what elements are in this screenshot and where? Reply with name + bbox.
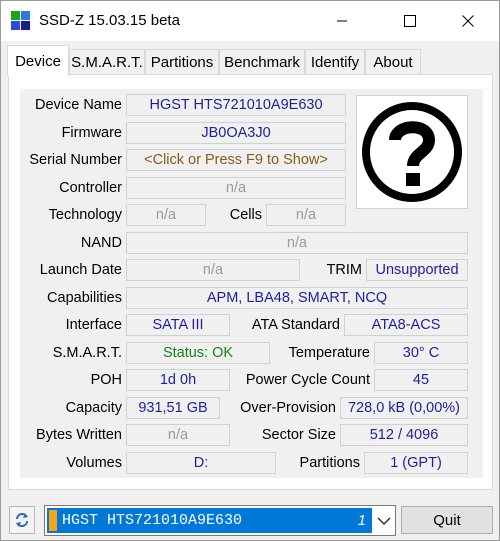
controller-value: n/a <box>126 177 346 199</box>
tab-benchmark[interactable]: Benchmark <box>219 49 305 75</box>
firmware-label: Firmware <box>61 125 122 141</box>
volumes-value: D: <box>126 452 276 474</box>
nand-value: n/a <box>126 232 468 254</box>
poh-value: 1d 0h <box>126 369 230 391</box>
trim-value: Unsupported <box>366 259 468 281</box>
serial-number-value[interactable]: <Click or Press F9 to Show> <box>126 149 346 171</box>
sector-size-label: Sector Size <box>261 427 336 443</box>
over-provision-label: Over-Provision <box>240 400 336 416</box>
volumes-label: Volumes <box>66 455 122 471</box>
ssd-z-app-icon <box>11 11 31 31</box>
drive-select-index: 1 <box>357 512 366 529</box>
device-panel: Device Name HGST HTS721010A9E630 Firmwar… <box>8 74 493 490</box>
minimize-icon <box>337 20 347 22</box>
poh-label: POH <box>90 372 122 388</box>
cells-value: n/a <box>266 204 346 226</box>
close-icon <box>462 15 474 27</box>
app-window: SSD-Z 15.03.15 beta Device S.M.A.R.T. Pa… <box>0 0 500 541</box>
trim-label: TRIM <box>326 262 362 278</box>
drive-select-value: HGST HTS721010A9E630 <box>62 512 243 529</box>
serial-number-label: Serial Number <box>29 152 122 168</box>
ata-standard-label: ATA Standard <box>251 317 340 333</box>
launch-date-value: n/a <box>126 259 300 281</box>
partitions-value: 1 (GPT) <box>364 452 468 474</box>
close-button[interactable] <box>445 1 491 41</box>
tab-about[interactable]: About <box>365 49 421 75</box>
smart-status-value: Status: OK <box>126 342 270 364</box>
tab-identify[interactable]: Identify <box>305 49 365 75</box>
temperature-value: 30° C <box>374 342 468 364</box>
maximize-button[interactable] <box>387 1 433 41</box>
sector-size-value: 512 / 4096 <box>340 424 468 446</box>
firmware-value: JB0OA3J0 <box>126 122 346 144</box>
capabilities-value: APM, LBA48, SMART, NCQ <box>126 287 468 309</box>
capacity-label: Capacity <box>65 400 122 416</box>
window-title: SSD-Z 15.03.15 beta <box>39 12 180 29</box>
minimize-button[interactable] <box>319 1 365 41</box>
device-name-label: Device Name <box>34 97 122 113</box>
technology-label: Technology <box>48 207 122 223</box>
ata-standard-value: ATA8-ACS <box>344 314 468 336</box>
refresh-button[interactable] <box>9 506 35 534</box>
power-cycle-count-value: 45 <box>374 369 468 391</box>
interface-label: Interface <box>65 317 122 333</box>
maximize-icon <box>404 15 416 27</box>
refresh-icon <box>16 513 28 527</box>
nand-label: NAND <box>80 235 122 251</box>
device-info-group: Device Name HGST HTS721010A9E630 Firmwar… <box>20 89 483 478</box>
chevron-down-icon[interactable] <box>375 512 393 530</box>
temperature-label: Temperature <box>288 345 370 361</box>
cells-label: Cells <box>229 207 262 223</box>
interface-value: SATA III <box>126 314 230 336</box>
partitions-label: Partitions <box>299 455 360 471</box>
bytes-written-label: Bytes Written <box>36 427 122 443</box>
launch-date-label: Launch Date <box>39 262 122 278</box>
tab-device[interactable]: Device <box>7 45 69 76</box>
drive-select[interactable]: HGST HTS721010A9E630 1 <box>44 505 396 536</box>
device-name-value: HGST HTS721010A9E630 <box>126 94 346 116</box>
over-provision-value: 728,0 kB (0,00%) <box>340 397 468 419</box>
bytes-written-value: n/a <box>126 424 230 446</box>
question-mark-icon <box>362 102 462 202</box>
quit-button[interactable]: Quit <box>401 506 493 534</box>
smart-label: S.M.A.R.T. <box>52 345 122 361</box>
drive-select-selection: HGST HTS721010A9E630 1 <box>47 508 372 533</box>
power-cycle-count-label: Power Cycle Count <box>245 372 370 388</box>
technology-value: n/a <box>126 204 206 226</box>
capacity-value: 931,51 GB <box>126 397 220 419</box>
drive-marker <box>49 510 57 531</box>
device-image <box>356 95 468 209</box>
capabilities-label: Capabilities <box>47 290 122 306</box>
controller-label: Controller <box>59 180 122 196</box>
tab-smart[interactable]: S.M.A.R.T. <box>69 49 145 75</box>
title-bar[interactable]: SSD-Z 15.03.15 beta <box>1 1 499 41</box>
tab-partitions[interactable]: Partitions <box>145 49 219 75</box>
